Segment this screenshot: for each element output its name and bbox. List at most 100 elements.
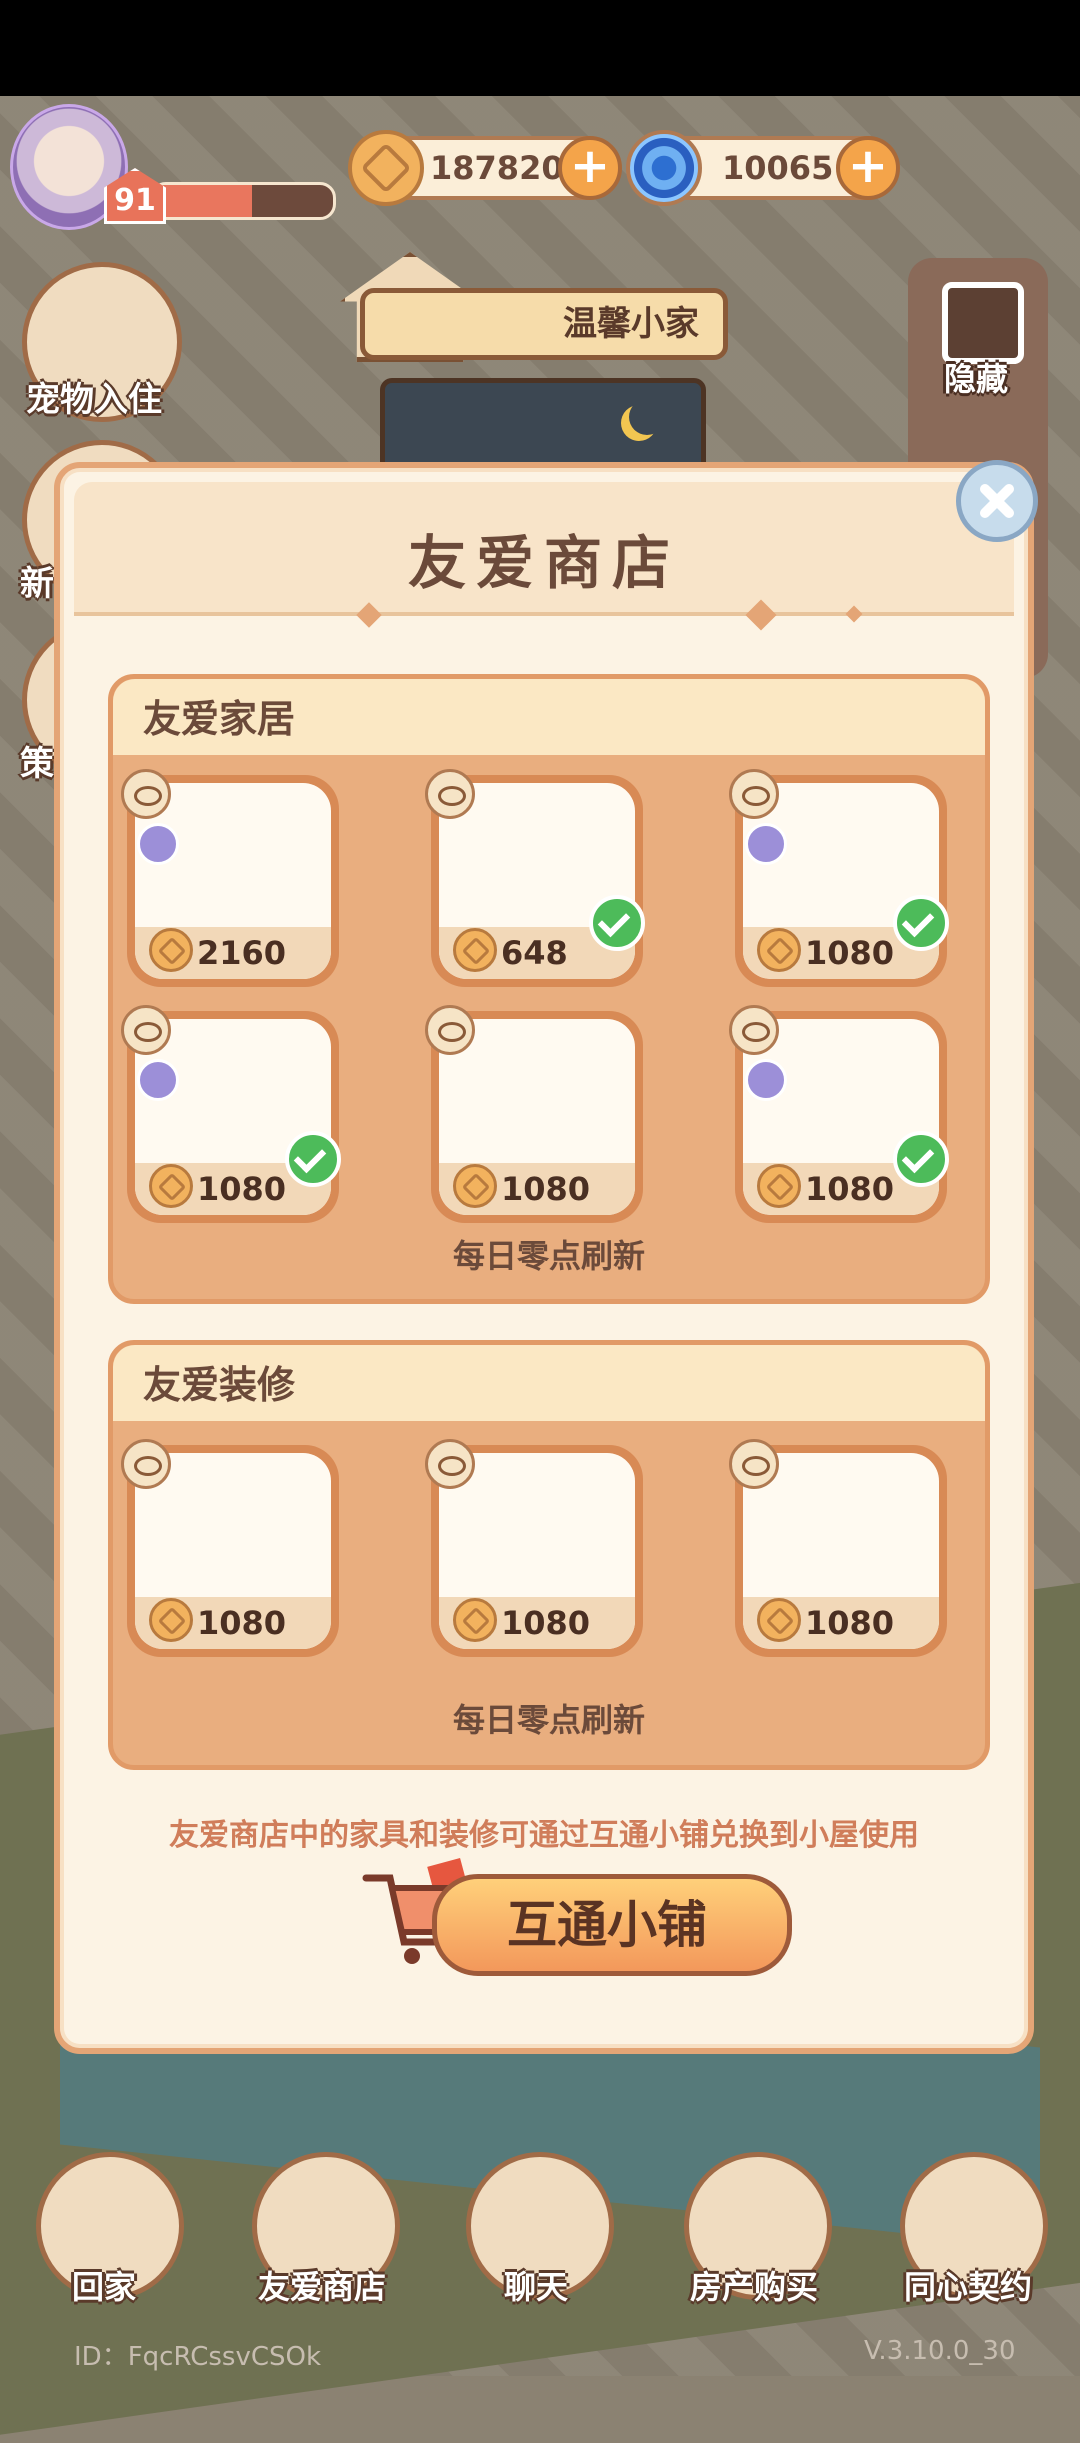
preview-eye-icon[interactable] bbox=[121, 1005, 171, 1055]
item-card: 1080 bbox=[439, 1453, 635, 1649]
price-band: 1080 bbox=[439, 1163, 635, 1215]
pet-checkin-label: 宠物入住 bbox=[26, 380, 162, 420]
item-card: 1080 bbox=[439, 1019, 635, 1215]
item-card: 1080 bbox=[743, 1453, 939, 1649]
shop-item-bamboo-floor[interactable]: 1080 bbox=[729, 1439, 947, 1657]
preview-eye-icon[interactable] bbox=[729, 769, 779, 819]
nav-shop-label: 友爱商店 bbox=[257, 2268, 386, 2306]
modal-header: 友爱商店 bbox=[74, 482, 1014, 631]
shop-item-light-tile-floor[interactable]: 1080 bbox=[121, 1439, 339, 1657]
gem-counter: 10065 + bbox=[626, 130, 900, 206]
coin-icon bbox=[149, 1164, 193, 1208]
add-coins-button[interactable]: + bbox=[558, 136, 622, 200]
coin-counter: 1878205 + bbox=[348, 130, 622, 206]
nav-contract-label: 同心契约 bbox=[903, 2268, 1032, 2306]
preview-eye-icon[interactable] bbox=[425, 1439, 475, 1489]
add-gems-button[interactable]: + bbox=[836, 136, 900, 200]
side-button-3-label: 策 bbox=[20, 744, 54, 784]
coin-icon bbox=[757, 1598, 801, 1642]
item-price: 1080 bbox=[501, 1170, 591, 1208]
item-price: 1080 bbox=[805, 934, 895, 972]
furniture-section-title: 友爱家居 bbox=[143, 697, 296, 741]
furniture-refresh-note: 每日零点刷新 bbox=[452, 1237, 645, 1275]
modal-title: 友爱商店 bbox=[407, 529, 680, 597]
coin-icon bbox=[453, 1598, 497, 1642]
item-price: 1080 bbox=[805, 1170, 895, 1208]
coin-icon bbox=[757, 1164, 801, 1208]
item-card: 648 bbox=[439, 783, 635, 979]
exchange-shop-label: 互通小铺 bbox=[507, 1896, 707, 1954]
item-price: 1080 bbox=[197, 1170, 287, 1208]
item-price: 1080 bbox=[805, 1604, 895, 1642]
player-id: ID：FqcRCssvCSOk bbox=[74, 2342, 322, 2372]
nav-chat-label: 聊天 bbox=[503, 2268, 568, 2306]
item-card: 1080 bbox=[743, 1019, 939, 1215]
coin-icon bbox=[149, 928, 193, 972]
xp-bar bbox=[150, 182, 336, 220]
price-band: 1080 bbox=[135, 1597, 331, 1649]
xp-fill bbox=[153, 185, 252, 217]
swirl-gem-icon bbox=[626, 130, 702, 206]
decor-section-title: 友爱装修 bbox=[143, 1363, 296, 1407]
close-modal-button[interactable] bbox=[956, 460, 1038, 542]
header-ornament bbox=[745, 599, 777, 631]
furniture-section: 友爱家居 2160 648 1080 1080 1080 1080 每日零点刷新 bbox=[108, 674, 990, 1304]
shop-item-dinner-plate-mat[interactable]: 1080 bbox=[425, 1005, 643, 1223]
shop-item-dragon-rug[interactable]: 648 bbox=[425, 769, 645, 987]
item-card: 1080 bbox=[135, 1453, 331, 1649]
coin-icon bbox=[348, 130, 424, 206]
preview-eye-icon[interactable] bbox=[425, 1005, 475, 1055]
preview-eye-icon[interactable] bbox=[425, 769, 475, 819]
item-card: 2160 bbox=[135, 783, 331, 979]
decor-section-header: 友爱装修 bbox=[113, 1345, 985, 1421]
decor-section: 友爱装修 1080 1080 1080 每日零点刷新 bbox=[108, 1340, 990, 1770]
coin-icon bbox=[453, 928, 497, 972]
new-feature-label: 新 bbox=[20, 564, 54, 604]
preview-eye-icon[interactable] bbox=[121, 1439, 171, 1489]
gem-value: 10065 bbox=[722, 149, 834, 187]
home-title-bar[interactable]: 温馨小家 bbox=[360, 288, 728, 360]
status-bar bbox=[0, 0, 1080, 96]
interactive-cube-icon bbox=[137, 1059, 179, 1101]
interactive-cube-icon bbox=[745, 823, 787, 865]
shop-item-window-curtain[interactable]: 2160 bbox=[121, 769, 339, 987]
shop-item-bench[interactable]: 1080 bbox=[121, 1005, 341, 1223]
header-ornament bbox=[356, 602, 382, 628]
version-label: V.3.10.0_30 bbox=[864, 2336, 1016, 2366]
preview-eye-icon[interactable] bbox=[729, 1005, 779, 1055]
coin-icon bbox=[149, 1598, 193, 1642]
interactive-cube-icon bbox=[745, 1059, 787, 1101]
furniture-section-header: 友爱家居 bbox=[113, 679, 985, 755]
exchange-note: 友爱商店中的家具和装修可通过互通小铺兑换到小屋使用 bbox=[169, 1818, 919, 1853]
nav-property-label: 房产购买 bbox=[689, 2268, 818, 2306]
coin-icon bbox=[757, 928, 801, 972]
preview-eye-icon[interactable] bbox=[121, 769, 171, 819]
owned-check-icon bbox=[589, 895, 645, 951]
hide-label: 隐藏 bbox=[944, 360, 1009, 398]
item-card: 1080 bbox=[743, 783, 939, 979]
item-price: 1080 bbox=[197, 1604, 287, 1642]
owned-check-icon bbox=[893, 895, 949, 951]
item-price: 2160 bbox=[197, 934, 287, 972]
decor-refresh-note: 每日零点刷新 bbox=[452, 1701, 645, 1739]
item-card: 1080 bbox=[135, 1019, 331, 1215]
nav-home-label: 回家 bbox=[71, 2268, 136, 2306]
owned-check-icon bbox=[285, 1131, 341, 1187]
shop-item-nightstand[interactable]: 1080 bbox=[729, 769, 949, 987]
fullscreen-icon[interactable] bbox=[942, 282, 1024, 364]
shop-item-pink-cabinet[interactable]: 1080 bbox=[729, 1005, 949, 1223]
header-ornament bbox=[845, 605, 863, 623]
friendship-shop-modal: 友爱商店 友爱家居 2160 648 1080 1080 1080 1080 每日零点刷新… bbox=[54, 462, 1034, 2054]
price-band: 1080 bbox=[439, 1597, 635, 1649]
exchange-shop-button[interactable]: 互通小铺 bbox=[432, 1874, 792, 1976]
home-title: 温馨小家 bbox=[563, 304, 699, 344]
price-band: 1080 bbox=[743, 1597, 939, 1649]
item-price: 1080 bbox=[501, 1604, 591, 1642]
interactive-cube-icon bbox=[137, 823, 179, 865]
shop-item-dark-wood-floor[interactable]: 1080 bbox=[425, 1439, 643, 1657]
preview-eye-icon[interactable] bbox=[729, 1439, 779, 1489]
moon-icon bbox=[629, 399, 665, 435]
owned-check-icon bbox=[893, 1131, 949, 1187]
coin-icon bbox=[453, 1164, 497, 1208]
price-band: 2160 bbox=[135, 927, 331, 979]
